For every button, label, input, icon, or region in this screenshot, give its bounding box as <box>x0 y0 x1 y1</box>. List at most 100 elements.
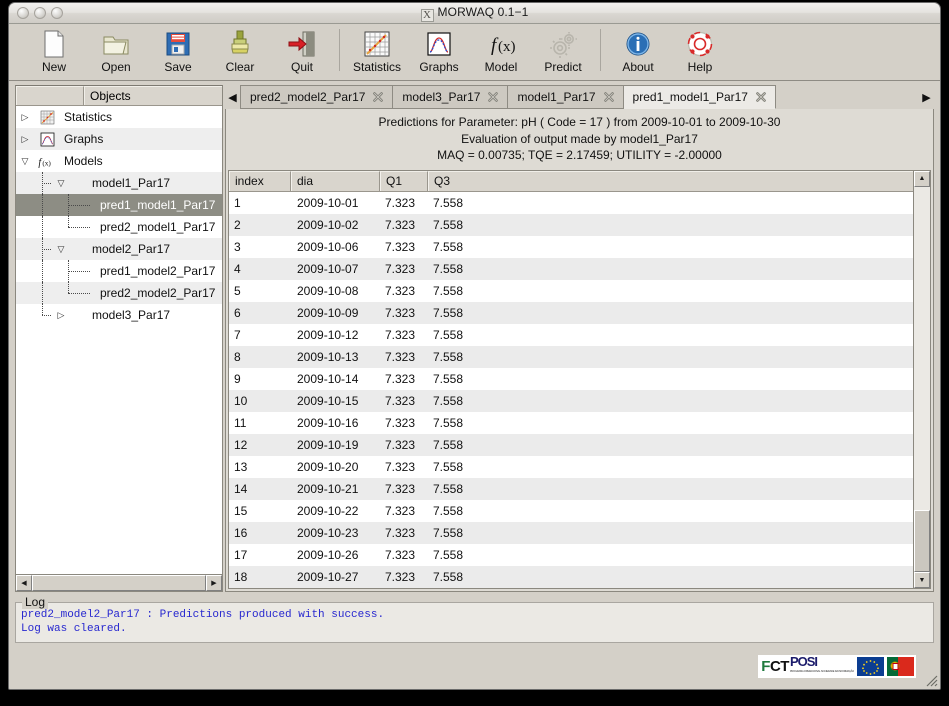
table-row[interactable]: 4 2009-10-07 7.323 7.558 <box>229 257 913 280</box>
tab-model3-par17[interactable]: model3_Par17 <box>393 85 509 109</box>
tree-item-models[interactable]: ▽ f (x) Models <box>16 150 222 172</box>
close-icon[interactable] <box>487 91 499 103</box>
table-row[interactable]: 8 2009-10-13 7.323 7.558 <box>229 345 913 368</box>
tab-scroll-right-icon[interactable]: ▶ <box>919 85 934 109</box>
scroll-down-arrow-icon[interactable]: ▼ <box>914 572 930 588</box>
tree-header-blank[interactable] <box>16 86 84 105</box>
table-row[interactable]: 17 2009-10-26 7.323 7.558 <box>229 543 913 566</box>
tree-guide-line <box>42 194 43 216</box>
table-row[interactable]: 12 2009-10-19 7.323 7.558 <box>229 433 913 456</box>
scroll-track[interactable] <box>914 186 930 572</box>
expander-expanded-icon[interactable]: ▽ <box>52 244 70 255</box>
tree-item-model3[interactable]: ▷ model3_Par17 <box>16 304 222 326</box>
tree-item-label: Statistics <box>64 110 113 124</box>
table-row[interactable]: 6 2009-10-09 7.323 7.558 <box>229 301 913 324</box>
tree-item-pred1-model1[interactable]: pred1_model1_Par17 <box>16 194 222 216</box>
log-text[interactable]: pred2_model2_Par17 : Predictions produce… <box>21 609 930 636</box>
table-row[interactable]: 18 2009-10-27 7.323 7.558 <box>229 565 913 588</box>
cell-dia: 2009-10-15 <box>297 393 359 408</box>
table-row[interactable]: 10 2009-10-15 7.323 7.558 <box>229 389 913 412</box>
table-row[interactable]: 7 2009-10-12 7.323 7.558 <box>229 323 913 346</box>
table-row[interactable]: 5 2009-10-08 7.323 7.558 <box>229 279 913 302</box>
column-header-dia[interactable]: dia <box>291 170 380 191</box>
cell-index: 1 <box>234 195 241 210</box>
toolbar-button-clear[interactable]: Clear <box>209 27 271 74</box>
table-vertical-scrollbar[interactable]: ▲ ▼ <box>914 169 931 589</box>
scroll-right-arrow-icon[interactable]: ▶ <box>206 575 222 591</box>
tree-item-label: pred2_model1_Par17 <box>100 220 216 234</box>
toolbar-button-model[interactable]: f (x) Model <box>470 27 532 74</box>
tree-item-pred2-model2[interactable]: pred2_model2_Par17 <box>16 282 222 304</box>
close-icon[interactable] <box>372 91 384 103</box>
column-header-q3[interactable]: Q3 <box>428 170 913 191</box>
cell-index: 12 <box>234 437 248 452</box>
toolbar-label: Help <box>687 60 713 74</box>
cell-index: 17 <box>234 547 248 562</box>
tab-pred1-model1-par17[interactable]: pred1_model1_Par17 <box>623 85 776 109</box>
toolbar-button-open[interactable]: Open <box>85 27 147 74</box>
title-bar: X MORWAQ 0.1−1 <box>9 3 940 24</box>
scroll-thumb[interactable] <box>32 575 206 591</box>
toolbar-button-about[interactable]: About <box>607 27 669 74</box>
table-row[interactable]: 3 2009-10-06 7.323 7.558 <box>229 235 913 258</box>
header-line-evaluation: Evaluation of output made by model1_Par1… <box>461 131 698 146</box>
toolbar-label: Graphs <box>419 60 459 74</box>
cell-dia: 2009-10-22 <box>297 503 359 518</box>
expander-collapsed-icon[interactable]: ▷ <box>52 310 70 321</box>
table-row[interactable]: 15 2009-10-22 7.323 7.558 <box>229 499 913 522</box>
cell-q1: 7.323 <box>385 217 416 232</box>
open-folder-icon <box>103 36 129 55</box>
scroll-thumb[interactable] <box>914 510 930 572</box>
cell-q3: 7.558 <box>433 261 464 276</box>
tree-guide-line <box>68 271 90 272</box>
expander-expanded-icon[interactable]: ▽ <box>16 156 34 167</box>
cell-q3: 7.558 <box>433 371 464 386</box>
tab-model1-par17[interactable]: model1_Par17 <box>508 85 624 109</box>
table-row[interactable]: 13 2009-10-20 7.323 7.558 <box>229 455 913 478</box>
cell-q3: 7.558 <box>433 305 464 320</box>
toolbar-button-quit[interactable]: Quit <box>271 27 333 74</box>
toolbar-label: Clear <box>225 60 255 74</box>
tree-guide-line <box>42 183 51 184</box>
close-icon[interactable] <box>603 91 615 103</box>
toolbar-label: Save <box>164 60 192 74</box>
tree-item-pred1-model2[interactable]: pred1_model2_Par17 <box>16 260 222 282</box>
toolbar-button-statistics[interactable]: Statistics <box>346 27 408 74</box>
tree-header-objects[interactable]: Objects <box>84 86 222 105</box>
svg-text:(x): (x) <box>42 158 51 167</box>
scroll-left-arrow-icon[interactable]: ◀ <box>16 575 32 591</box>
tree-item-statistics[interactable]: ▷ Statistics <box>16 106 222 128</box>
table-row[interactable]: 11 2009-10-16 7.323 7.558 <box>229 411 913 434</box>
expander-collapsed-icon[interactable]: ▷ <box>16 112 34 123</box>
cell-dia: 2009-10-13 <box>297 349 359 364</box>
toolbar-button-predict[interactable]: Predict <box>532 27 594 74</box>
table-row[interactable]: 2 2009-10-02 7.323 7.558 <box>229 213 913 236</box>
scroll-up-arrow-icon[interactable]: ▲ <box>914 170 930 187</box>
toolbar-button-new[interactable]: New <box>23 27 85 74</box>
tab-scroll-left-icon[interactable]: ◀ <box>225 85 240 109</box>
column-header-index[interactable]: index <box>229 170 291 191</box>
cell-q3: 7.558 <box>433 239 464 254</box>
tree-horizontal-scrollbar[interactable]: ◀ ▶ <box>15 575 223 592</box>
close-icon[interactable] <box>755 91 767 103</box>
tab-pred2-model2-par17[interactable]: pred2_model2_Par17 <box>240 85 394 109</box>
table-row[interactable]: 14 2009-10-21 7.323 7.558 <box>229 477 913 500</box>
tree-item-pred2-model1[interactable]: pred2_model1_Par17 <box>16 216 222 238</box>
table-row[interactable]: 16 2009-10-23 7.323 7.558 <box>229 521 913 544</box>
log-legend: Log <box>22 595 49 609</box>
toolbar-button-graphs[interactable]: Graphs <box>408 27 470 74</box>
tree-item-model2[interactable]: ▽ model2_Par17 <box>16 238 222 260</box>
table-row[interactable]: 9 2009-10-14 7.323 7.558 <box>229 367 913 390</box>
expander-expanded-icon[interactable]: ▽ <box>52 178 70 189</box>
sponsor-logos: FCT POSI PROGRAMA OPERACIONAL SOCIEDADE … <box>758 654 916 678</box>
toolbar-button-help[interactable]: Help <box>669 27 731 74</box>
expander-collapsed-icon[interactable]: ▷ <box>16 134 34 145</box>
resize-grip-icon[interactable] <box>923 672 938 687</box>
tree-item-graphs[interactable]: ▷ Graphs <box>16 128 222 150</box>
tree-item-model1[interactable]: ▽ model1_Par17 <box>16 172 222 194</box>
scroll-track[interactable] <box>32 575 206 591</box>
table-row[interactable]: 1 2009-10-01 7.323 7.558 <box>229 191 913 214</box>
cell-index: 11 <box>234 415 247 430</box>
column-header-q1[interactable]: Q1 <box>380 170 428 191</box>
toolbar-button-save[interactable]: Save <box>147 27 209 74</box>
